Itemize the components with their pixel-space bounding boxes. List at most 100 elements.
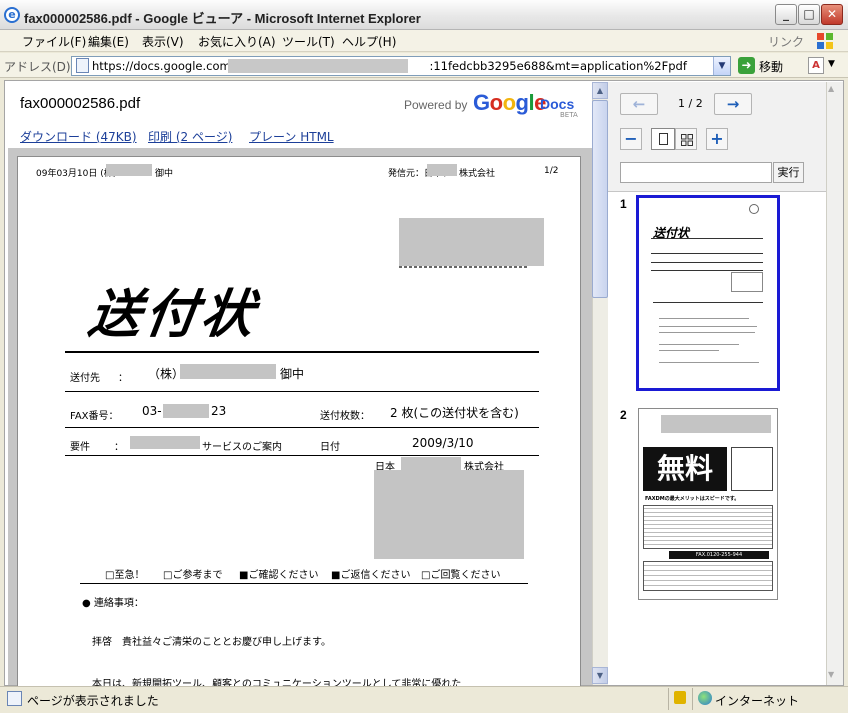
links-toolbar-label[interactable]: リンク	[768, 33, 804, 50]
single-page-view-button[interactable]	[651, 128, 675, 150]
zoom-in-button[interactable]: +	[706, 128, 728, 150]
print-link[interactable]: 印刷 (2 ページ)	[148, 128, 232, 145]
divider	[65, 391, 539, 392]
redaction	[106, 164, 152, 176]
status-text: ページが表示されました	[27, 694, 159, 708]
logo-redaction	[399, 218, 544, 266]
chevron-down-icon[interactable]: ▼	[713, 57, 730, 75]
divider	[80, 583, 528, 584]
grid-view-button[interactable]	[675, 128, 697, 150]
maximize-button[interactable]: □	[798, 4, 820, 25]
colon: ：	[118, 373, 128, 384]
thumb-form	[643, 561, 773, 591]
logo-letter: g	[515, 90, 529, 115]
thumb-stamp	[731, 272, 763, 292]
thumb-line	[659, 362, 759, 363]
window-title: fax000002586.pdf - Google ビューア - Microso…	[24, 11, 421, 26]
thumb-headline: FAXDMの最大メリットはスピードです。	[645, 496, 740, 502]
logo-caption	[399, 266, 529, 268]
minimize-button[interactable]: _	[775, 4, 797, 25]
powered-by-text: Powered by	[404, 98, 468, 112]
thumb-line	[651, 253, 763, 254]
fax-date-line: 09年03月10日 (株)	[36, 169, 117, 179]
thumb-fax-number: FAX.0120-255-944	[669, 551, 769, 559]
page-indicator: 1 / 2	[678, 97, 703, 110]
recipient-suffix: 御中	[155, 169, 174, 179]
prev-page-button[interactable]: ←	[620, 93, 658, 115]
redaction	[401, 457, 461, 470]
chevron-down-icon[interactable]: ▼	[828, 59, 835, 69]
subject-label: 要件	[70, 442, 90, 453]
thumb-line	[659, 326, 757, 327]
thumb-heading: 送付状	[653, 226, 690, 240]
single-page-icon	[659, 133, 668, 145]
logo-letter: o	[502, 90, 516, 115]
internet-zone-icon	[698, 691, 712, 705]
divider	[65, 427, 539, 428]
status-divider	[668, 688, 669, 710]
plain-html-link[interactable]: プレーン HTML	[249, 128, 334, 145]
scroll-up-icon[interactable]: ▲	[592, 82, 608, 99]
thumb-label-2: 2	[620, 408, 627, 422]
colon: ：	[114, 442, 124, 453]
thumb-label-1: 1	[620, 197, 627, 211]
download-link[interactable]: ダウンロード (47KB)	[20, 128, 137, 145]
beta-label: BETA	[560, 111, 578, 119]
menu-edit[interactable]: 編集(E)	[88, 33, 129, 50]
menu-help[interactable]: ヘルプ(H)	[342, 33, 396, 50]
security-zone: インターネット	[715, 694, 800, 708]
page-count: 1/2	[544, 166, 559, 176]
page-thumbnail-2[interactable]: 無料 FAXDMの最大メリットはスピードです。 FAX.0120-255-944	[638, 408, 778, 600]
panel-scrollbar[interactable]	[826, 82, 843, 685]
body-line-1: 拝啓 貴社益々ご清栄のこととお慶び申し上げます。	[92, 637, 331, 648]
thumb-line	[659, 332, 755, 333]
sender-suffix: 株式会社	[459, 169, 496, 179]
go-button[interactable]: 移動	[759, 58, 783, 75]
url-redaction	[228, 59, 408, 73]
date-label: 日付	[320, 442, 340, 453]
subject-value: サービスのご案内	[202, 442, 282, 453]
thumb-logo	[749, 204, 759, 214]
google-logo[interactable]: Google	[473, 90, 546, 116]
status-divider	[692, 688, 693, 710]
check-reference: □ご参考まで	[163, 570, 223, 581]
page-favicon-icon	[76, 58, 89, 73]
scroll-up-icon[interactable]: ▲	[828, 84, 834, 93]
document-title: fax000002586.pdf	[20, 95, 141, 112]
divider	[65, 351, 539, 353]
zoom-out-button[interactable]: −	[620, 128, 642, 150]
acrobat-icon[interactable]: A	[808, 57, 824, 74]
thumb-line	[653, 302, 763, 303]
scroll-down-icon[interactable]: ▼	[592, 667, 608, 684]
page-done-icon	[7, 691, 22, 706]
thumb-table	[643, 505, 773, 549]
to-company: （株）	[148, 367, 185, 381]
close-button[interactable]: ✕	[821, 4, 843, 25]
menu-tools[interactable]: ツール(T)	[282, 33, 335, 50]
grid-icon	[681, 134, 693, 146]
check-urgent: □至急！	[105, 570, 145, 581]
count-label: 送付枚数：	[320, 411, 370, 422]
ie-app-icon: e	[4, 7, 20, 23]
scrollbar-thumb[interactable]	[592, 100, 608, 298]
menu-file[interactable]: ファイル(F)	[22, 33, 86, 50]
go-arrow-icon[interactable]: ➜	[738, 57, 755, 74]
thumb-redaction	[661, 415, 771, 433]
browser-window: e fax000002586.pdf - Google ビューア - Micro…	[0, 0, 848, 713]
menu-view[interactable]: 表示(V)	[142, 33, 184, 50]
search-button[interactable]: 実行	[773, 162, 804, 183]
stamp-redaction	[374, 470, 524, 559]
to-label: 送付先	[70, 373, 100, 384]
scroll-down-icon[interactable]: ▼	[828, 670, 834, 679]
url-prefix: https://docs.google.com/a/	[92, 59, 246, 73]
windows-logo-icon	[817, 33, 833, 49]
page-thumbnail-1[interactable]: 送付状	[636, 195, 780, 391]
pdf-page: 09年03月10日 (株) 御中 発信元：日本テ 株式会社 1/2 送付状 送付…	[17, 156, 581, 696]
url-suffix: :11fedcbb3295e688&mt=application%2Fpdf	[429, 59, 687, 73]
menu-favorites[interactable]: お気に入り(A)	[198, 33, 276, 50]
logo-letter: o	[489, 90, 503, 115]
next-page-button[interactable]: →	[714, 93, 752, 115]
date-value: 2009/3/10	[412, 436, 474, 450]
search-input[interactable]	[620, 162, 772, 183]
fax-heading: 送付状	[85, 285, 262, 345]
